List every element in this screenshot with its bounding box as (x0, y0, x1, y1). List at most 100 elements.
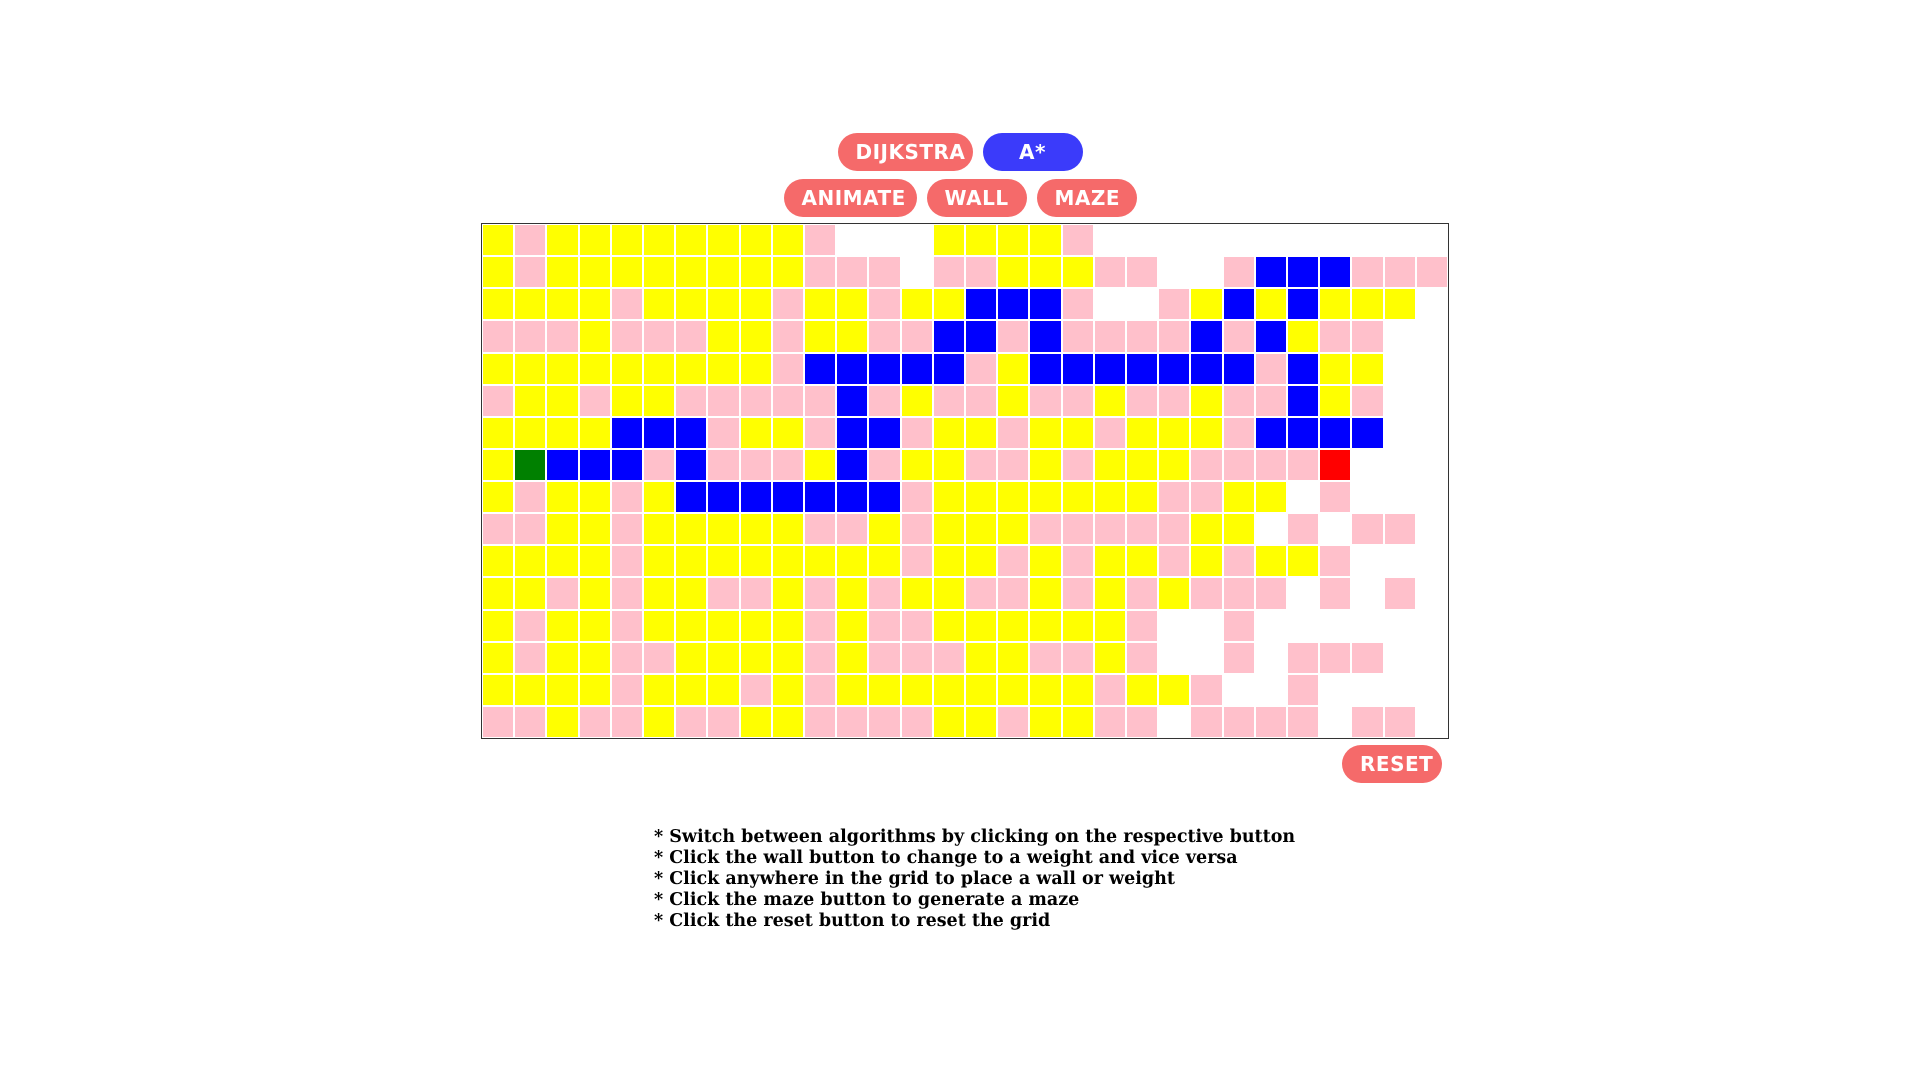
grid-cell-path[interactable] (610, 416, 643, 449)
grid-cell-empty[interactable] (1254, 641, 1287, 674)
grid-cell-wall[interactable] (836, 256, 869, 289)
grid-cell-wall[interactable] (771, 320, 804, 353)
grid-cell-wall[interactable] (739, 448, 772, 481)
grid-cell-visited[interactable] (546, 609, 579, 642)
grid-cell-path[interactable] (836, 416, 869, 449)
grid-cell-wall[interactable] (900, 320, 933, 353)
grid-cell-wall[interactable] (1190, 705, 1223, 738)
grid-cell-wall[interactable] (1190, 481, 1223, 514)
grid-cell-wall[interactable] (1126, 513, 1159, 546)
grid-cell-wall[interactable] (1029, 513, 1062, 546)
grid-cell-empty[interactable] (1287, 609, 1320, 642)
grid-cell-wall[interactable] (707, 384, 740, 417)
grid-cell-visited[interactable] (1061, 416, 1094, 449)
grid-cell-visited[interactable] (643, 577, 676, 610)
grid-cell-visited[interactable] (1254, 545, 1287, 578)
grid-cell-wall[interactable] (739, 577, 772, 610)
grid-cell-wall[interactable] (1061, 577, 1094, 610)
grid-cell-empty[interactable] (1415, 448, 1448, 481)
grid-cell-empty[interactable] (1190, 609, 1223, 642)
grid-cell-wall[interactable] (707, 705, 740, 738)
grid-cell-wall[interactable] (868, 320, 901, 353)
grid-cell-visited[interactable] (1190, 288, 1223, 321)
grid-cell-wall[interactable] (707, 577, 740, 610)
grid-cell-visited[interactable] (578, 577, 611, 610)
grid-cell-path[interactable] (965, 320, 998, 353)
grid-cell-path[interactable] (739, 481, 772, 514)
grid-cell-visited[interactable] (514, 288, 547, 321)
grid-cell-visited[interactable] (1093, 609, 1126, 642)
grid-cell-visited[interactable] (997, 673, 1030, 706)
grid-cell-wall[interactable] (514, 224, 547, 257)
grid-cell-visited[interactable] (932, 673, 965, 706)
grid-cell-wall[interactable] (610, 673, 643, 706)
grid-cell-visited[interactable] (739, 224, 772, 257)
grid-cell-visited[interactable] (1254, 288, 1287, 321)
grid-cell-path[interactable] (1254, 416, 1287, 449)
grid-cell-visited[interactable] (997, 384, 1030, 417)
grid-cell-path[interactable] (610, 448, 643, 481)
grid-cell-visited[interactable] (739, 545, 772, 578)
grid-cell-wall[interactable] (610, 513, 643, 546)
grid-cell-wall[interactable] (1287, 641, 1320, 674)
grid-cell-path[interactable] (804, 481, 837, 514)
grid-cell-wall[interactable] (900, 609, 933, 642)
maze-button[interactable]: MAZE (1036, 179, 1137, 217)
grid-cell-visited[interactable] (739, 288, 772, 321)
grid-cell-visited[interactable] (1061, 705, 1094, 738)
grid-cell-visited[interactable] (1126, 545, 1159, 578)
grid-cell-path[interactable] (804, 352, 837, 385)
grid-cell-wall[interactable] (1061, 545, 1094, 578)
grid-cell-visited[interactable] (482, 481, 515, 514)
grid-cell-visited[interactable] (546, 256, 579, 289)
grid-cell-wall[interactable] (1093, 416, 1126, 449)
grid-cell-wall[interactable] (1351, 256, 1384, 289)
grid-cell-path[interactable] (707, 481, 740, 514)
grid-cell-visited[interactable] (1351, 352, 1384, 385)
grid-cell-empty[interactable] (1415, 481, 1448, 514)
grid-cell-empty[interactable] (1254, 224, 1287, 257)
grid-cell-visited[interactable] (1093, 481, 1126, 514)
grid-cell-wall[interactable] (804, 513, 837, 546)
grid-cell-wall[interactable] (1029, 384, 1062, 417)
grid-cell-wall[interactable] (482, 513, 515, 546)
grid-cell-wall[interactable] (1415, 256, 1448, 289)
grid-cell-path[interactable] (1029, 352, 1062, 385)
grid-cell-wall[interactable] (1190, 448, 1223, 481)
grid-cell-empty[interactable] (1383, 545, 1416, 578)
grid-cell-wall[interactable] (1126, 256, 1159, 289)
grid-cell-wall[interactable] (1061, 320, 1094, 353)
grid-cell-empty[interactable] (1158, 609, 1191, 642)
grid-cell-wall[interactable] (1093, 513, 1126, 546)
grid-cell-path[interactable] (1190, 352, 1223, 385)
grid-cell-path[interactable] (1093, 352, 1126, 385)
grid-cell-path[interactable] (1190, 320, 1223, 353)
grid-cell-visited[interactable] (932, 288, 965, 321)
grid-cell-visited[interactable] (1158, 416, 1191, 449)
grid-cell-visited[interactable] (1126, 416, 1159, 449)
grid-cell-visited[interactable] (1093, 577, 1126, 610)
grid-cell-empty[interactable] (1415, 705, 1448, 738)
grid-cell-wall[interactable] (771, 448, 804, 481)
grid-cell-wall[interactable] (1093, 320, 1126, 353)
grid-cell-visited[interactable] (997, 609, 1030, 642)
grid-cell-visited[interactable] (482, 577, 515, 610)
grid-cell-visited[interactable] (965, 609, 998, 642)
grid-cell-visited[interactable] (1158, 448, 1191, 481)
grid-cell-empty[interactable] (1415, 288, 1448, 321)
grid-cell-empty[interactable] (1319, 224, 1352, 257)
grid-cell-visited[interactable] (932, 416, 965, 449)
grid-cell-wall[interactable] (868, 448, 901, 481)
grid-cell-visited[interactable] (804, 545, 837, 578)
grid-cell-visited[interactable] (965, 481, 998, 514)
grid-cell-wall[interactable] (675, 320, 708, 353)
grid-cell-path[interactable] (997, 288, 1030, 321)
grid-cell-wall[interactable] (739, 384, 772, 417)
grid-cell-wall[interactable] (610, 577, 643, 610)
grid-cell-visited[interactable] (707, 673, 740, 706)
grid-cell-wall[interactable] (868, 641, 901, 674)
grid-cell-wall[interactable] (1287, 513, 1320, 546)
astar-button[interactable]: A* (982, 133, 1083, 171)
grid-cell-visited[interactable] (739, 609, 772, 642)
grid-cell-wall[interactable] (1190, 673, 1223, 706)
